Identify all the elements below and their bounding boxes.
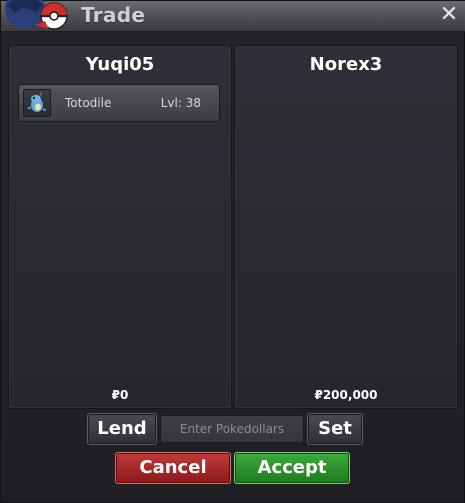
pokeball-icon <box>5 0 68 30</box>
pokemon-level: Lvl: 38 <box>160 96 201 110</box>
totodile-sprite-icon <box>23 89 51 117</box>
set-money-button[interactable]: Set <box>307 413 363 445</box>
offered-pokemon-item[interactable]: Totodile Lvl: 38 <box>18 84 220 122</box>
player-offer-panel: Yuqi05 Totodile Lvl: 38 ₽0 <box>8 45 232 409</box>
close-icon[interactable]: ✕ <box>438 4 460 26</box>
partner-money-offer: ₽200,000 <box>314 388 378 402</box>
partner-name: Norex3 <box>309 54 383 75</box>
cancel-button[interactable]: Cancel <box>115 452 231 484</box>
window-title: Trade <box>81 3 146 27</box>
pokedollars-input[interactable] <box>160 415 304 443</box>
partner-offer-panel: Norex3 ₽200,000 <box>234 45 458 409</box>
player-money-offer: ₽0 <box>111 388 129 402</box>
accept-button[interactable]: Accept <box>234 452 350 484</box>
player-name: Yuqi05 <box>85 54 155 75</box>
title-bar[interactable]: Trade ✕ <box>1 0 465 32</box>
pokemon-name: Totodile <box>65 96 112 110</box>
trade-window: Trade ✕ Yuqi05 Totodile Lvl: 38 ₽0 Norex… <box>0 0 465 503</box>
lend-button[interactable]: Lend <box>87 413 157 445</box>
